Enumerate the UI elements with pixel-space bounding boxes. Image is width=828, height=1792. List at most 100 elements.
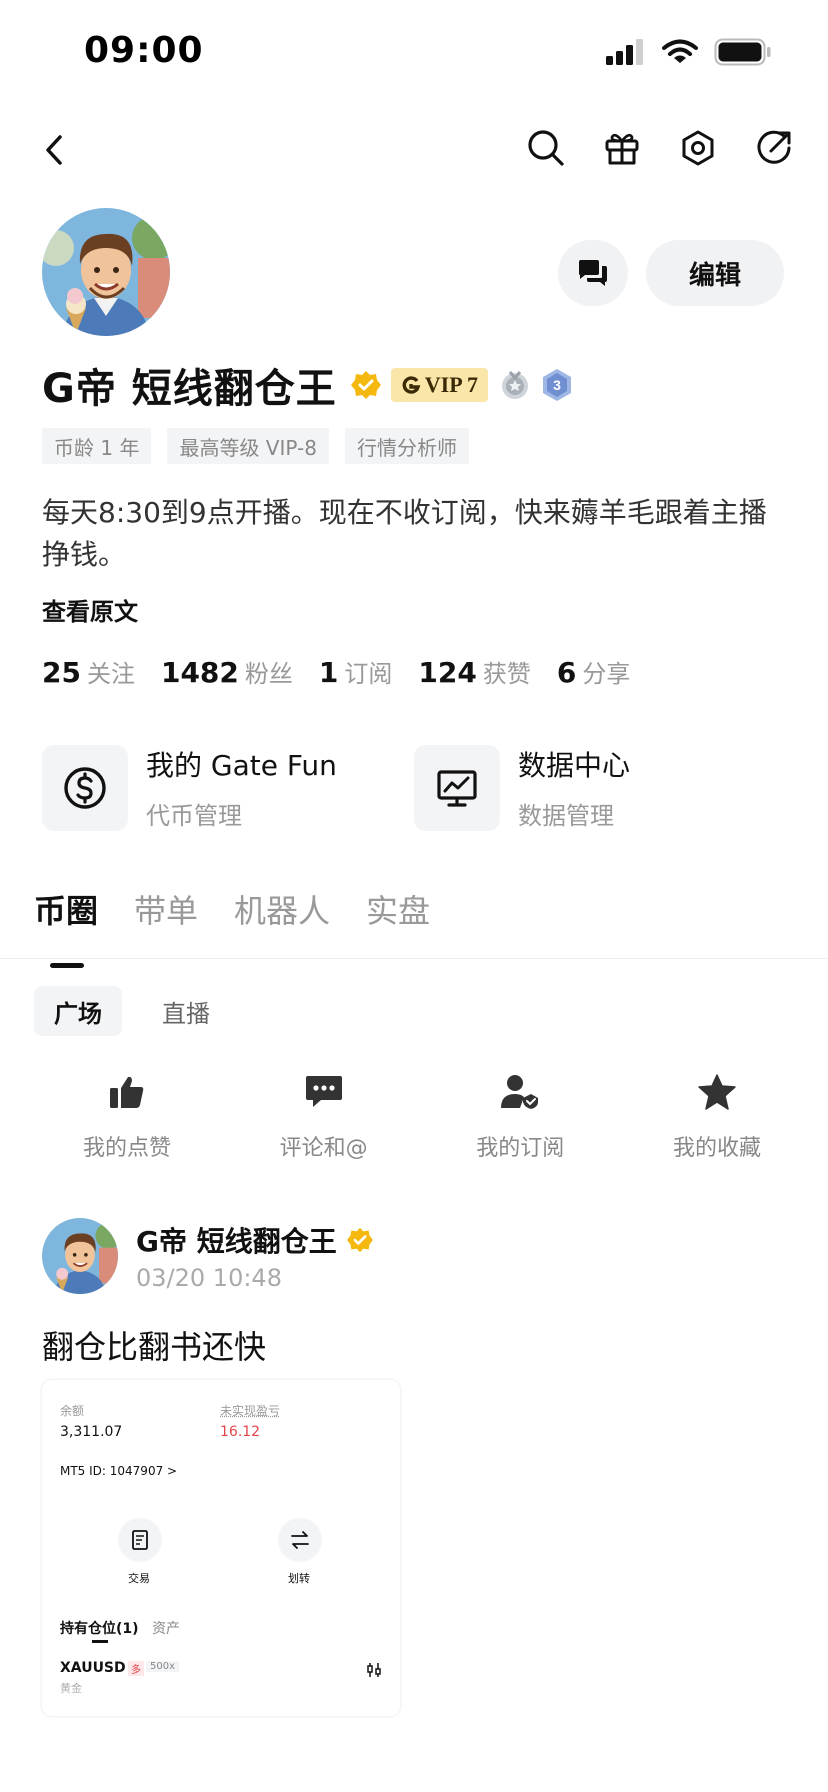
stat-number: 1 bbox=[318, 656, 339, 689]
side-badge: 多 bbox=[128, 1661, 144, 1676]
silver-medal-icon[interactable] bbox=[500, 368, 530, 402]
stat-label: 关注 bbox=[86, 660, 135, 688]
my-subscriptions-button[interactable]: 我的订阅 bbox=[435, 1072, 605, 1162]
my-favorites-button[interactable]: 我的收藏 bbox=[632, 1072, 802, 1162]
stat-following[interactable]: 25 关注 bbox=[42, 654, 135, 689]
tool-data-center[interactable]: 数据中心 数据管理 bbox=[414, 744, 786, 831]
sub-tabs: 广场 直播 bbox=[34, 986, 230, 1036]
tool-subtitle: 数据管理 bbox=[518, 802, 614, 830]
comment-icon bbox=[305, 1076, 342, 1107]
comments-mentions-button[interactable]: 评论和@ bbox=[239, 1072, 409, 1162]
chevron-left-icon bbox=[46, 135, 62, 165]
sub-tab-square[interactable]: 广场 bbox=[34, 986, 122, 1036]
stat-number: 1482 bbox=[160, 656, 239, 689]
document-icon bbox=[132, 1530, 148, 1550]
stat-shares[interactable]: 6 分享 bbox=[557, 654, 630, 689]
tool-gate-fun[interactable]: 我的 Gate Fun 代币管理 bbox=[42, 744, 414, 831]
stat-number: 124 bbox=[418, 656, 477, 689]
avatar-illustration bbox=[42, 1218, 118, 1294]
post-image[interactable]: 余额 3,311.07 未实现盈亏 16.12 MT5 ID: 1047907 … bbox=[42, 1380, 400, 1716]
chat-icon bbox=[579, 260, 607, 286]
profile-stats: 25 关注 1482 粉丝 1 订阅 124 获赞 6 分享 bbox=[42, 654, 630, 689]
status-bar: 09:00 bbox=[0, 0, 828, 108]
profile-tags: 币龄 1 年 最高等级 VIP-8 行情分析师 bbox=[42, 428, 469, 464]
transfer-label: 划转 bbox=[288, 1572, 310, 1585]
avatar[interactable] bbox=[42, 208, 170, 336]
leverage-badge: 500x bbox=[146, 1661, 180, 1672]
avatar-illustration bbox=[42, 208, 170, 336]
balance-value: 3,311.07 bbox=[60, 1424, 123, 1440]
main-tabs: 币圈 带单 机器人 实盘 bbox=[34, 886, 430, 968]
tab-live-trading[interactable]: 实盘 bbox=[366, 886, 430, 968]
level-badge-icon[interactable]: 3 bbox=[542, 368, 572, 402]
tag-max-level: 最高等级 VIP-8 bbox=[167, 428, 329, 464]
stat-likes[interactable]: 124 获赞 bbox=[418, 654, 530, 689]
search-icon bbox=[528, 130, 564, 166]
positions-tab: 持有仓位(1) bbox=[60, 1621, 139, 1637]
quick-action-label: 我的点赞 bbox=[82, 1136, 171, 1161]
post-text: 翻仓比翻书还快 bbox=[42, 1328, 267, 1366]
vip-label: VIP 7 bbox=[424, 372, 478, 397]
sub-tab-live[interactable]: 直播 bbox=[142, 986, 230, 1036]
cellular-signal-icon bbox=[606, 39, 643, 65]
vip-badge[interactable]: VIP 7 bbox=[390, 368, 488, 402]
trade-label: 交易 bbox=[128, 1572, 150, 1585]
positions-tab-indicator bbox=[92, 1640, 108, 1643]
quick-action-label: 我的订阅 bbox=[476, 1136, 565, 1161]
status-time: 09:00 bbox=[84, 30, 204, 71]
stat-label: 分享 bbox=[582, 660, 631, 688]
user-check-icon bbox=[501, 1075, 539, 1109]
nav-actions bbox=[526, 128, 794, 168]
quick-actions: 我的点赞 评论和@ 我的订阅 我的收藏 bbox=[42, 1072, 802, 1162]
symbol: XAUUSD bbox=[60, 1660, 126, 1676]
tag-coin-age: 币龄 1 年 bbox=[42, 428, 152, 464]
account-id: MT5 ID: 1047907 > bbox=[60, 1464, 178, 1478]
profile-name-row: G帝 短线翻仓王 VIP 7 3 bbox=[42, 360, 572, 412]
candlestick-icon bbox=[367, 1663, 381, 1677]
tab-coin-circle[interactable]: 币圈 bbox=[34, 886, 98, 968]
wifi-icon bbox=[662, 39, 698, 63]
assets-tab: 资产 bbox=[152, 1621, 180, 1637]
search-button[interactable] bbox=[526, 128, 566, 168]
post-timestamp: 03/20 10:48 bbox=[136, 1264, 282, 1292]
tab-bots[interactable]: 机器人 bbox=[234, 886, 330, 968]
post-author-name[interactable]: G帝 短线翻仓王 bbox=[136, 1220, 337, 1260]
gift-icon bbox=[605, 133, 639, 165]
edit-profile-button[interactable]: 编辑 bbox=[646, 240, 784, 306]
message-button[interactable] bbox=[558, 240, 628, 306]
gift-button[interactable] bbox=[602, 128, 642, 168]
transfer-circle bbox=[278, 1518, 322, 1562]
quick-action-label: 我的收藏 bbox=[672, 1136, 761, 1161]
thumbs-up-icon bbox=[110, 1076, 144, 1108]
tab-divider bbox=[0, 958, 828, 959]
my-likes-button[interactable]: 我的点赞 bbox=[42, 1072, 212, 1162]
balance-label: 余额 bbox=[60, 1404, 85, 1418]
view-original-link[interactable]: 查看原文 bbox=[42, 592, 138, 627]
transfer-arrows-icon bbox=[291, 1531, 309, 1549]
stat-number: 6 bbox=[556, 656, 577, 689]
stat-subscriptions[interactable]: 1 订阅 bbox=[319, 654, 392, 689]
nav-bar bbox=[0, 120, 828, 180]
pnl-value: 16.12 bbox=[220, 1424, 261, 1440]
gear-icon bbox=[682, 130, 714, 166]
status-icons bbox=[606, 38, 772, 66]
image-fade bbox=[42, 1680, 400, 1716]
vip-logo-icon bbox=[402, 376, 421, 394]
tag-analyst: 行情分析师 bbox=[344, 428, 469, 464]
profile-bio: 每天8:30到9点开播。现在不收订阅，快来薅羊毛跟着主播挣钱。 bbox=[42, 496, 767, 571]
stat-followers[interactable]: 1482 粉丝 bbox=[161, 654, 293, 689]
level-number: 3 bbox=[553, 377, 561, 393]
quick-action-label: 评论和@ bbox=[279, 1136, 368, 1161]
share-button[interactable] bbox=[754, 128, 794, 168]
settings-button[interactable] bbox=[678, 128, 718, 168]
tool-icon-box bbox=[414, 744, 500, 831]
monitor-chart-icon bbox=[437, 769, 477, 807]
tab-copy-trading[interactable]: 带单 bbox=[134, 886, 198, 968]
post-author-avatar[interactable] bbox=[42, 1218, 118, 1294]
tool-subtitle: 代币管理 bbox=[146, 802, 242, 830]
back-button[interactable] bbox=[34, 126, 74, 174]
pnl-label: 未实现盈亏 bbox=[220, 1404, 281, 1418]
verified-badge-icon bbox=[350, 371, 381, 399]
stat-label: 粉丝 bbox=[244, 660, 293, 688]
battery-icon bbox=[714, 38, 771, 66]
